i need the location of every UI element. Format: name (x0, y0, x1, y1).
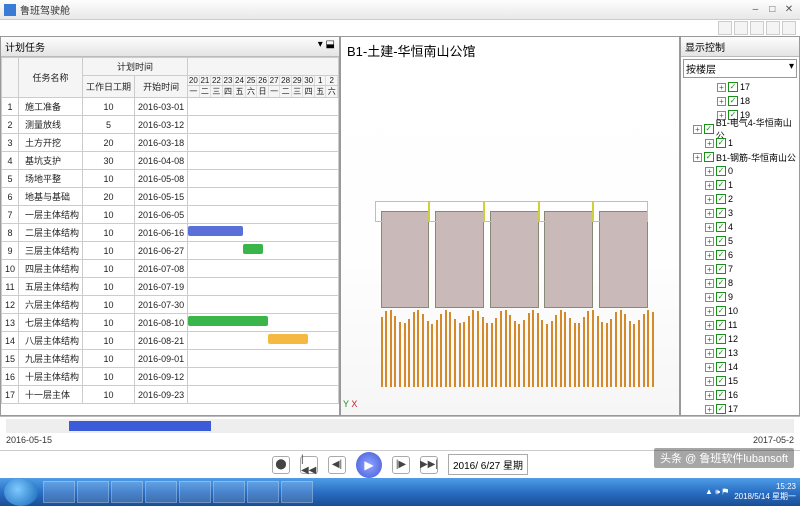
tree-node[interactable]: +✓13 (683, 346, 799, 360)
visibility-title: 显示控制 (685, 39, 725, 54)
time-scrubber[interactable] (6, 419, 794, 433)
close-button[interactable]: ✕ (782, 4, 796, 16)
window-title: 鲁班驾驶舱 (20, 2, 748, 17)
table-row[interactable]: 5场地平整102016-05-08 (2, 170, 339, 188)
tree-node[interactable]: +✓11 (683, 318, 799, 332)
table-row[interactable]: 9三层主体结构102016-06-27 (2, 242, 339, 260)
system-tray[interactable]: ▲ 🕪 ⚑15:232018/5/14 星期一 (705, 482, 800, 502)
table-row[interactable]: 2测量放线52016-03-12 (2, 116, 339, 134)
table-row[interactable]: 13七层主体结构102016-08-10 (2, 314, 339, 332)
col-start[interactable]: 开始时间 (135, 76, 188, 98)
collapse-icon[interactable]: ▾ ⬓ (318, 39, 335, 54)
tree-node[interactable]: +✓16 (683, 388, 799, 402)
tree-node[interactable]: +✓1 (683, 178, 799, 192)
viewport-panel: B1-土建-华恒南山公馆 Y X (340, 36, 680, 416)
tasks-table[interactable]: 任务名称计划时间 工作日工期开始时间2021222324252627282930… (1, 57, 339, 415)
titlebar: 鲁班驾驶舱 – □ ✕ (0, 0, 800, 20)
tool-icon[interactable] (766, 21, 780, 35)
chevron-down-icon: ▾ (789, 61, 794, 76)
table-row[interactable]: 10四层主体结构102016-07-08 (2, 260, 339, 278)
table-row[interactable]: 4基坑支护302016-04-08 (2, 152, 339, 170)
table-row[interactable]: 14八层主体结构102016-08-21 (2, 332, 339, 350)
app-icon (4, 4, 16, 16)
table-row[interactable]: 3土方开挖202016-03-18 (2, 134, 339, 152)
tool-icon[interactable] (734, 21, 748, 35)
3d-viewport[interactable]: Y X (341, 64, 679, 415)
table-row[interactable]: 15九层主体结构102016-09-01 (2, 350, 339, 368)
col-name[interactable]: 任务名称 (19, 58, 83, 98)
tree-node[interactable]: +✓5 (683, 234, 799, 248)
tasks-title: 计划任务 (5, 39, 45, 54)
tree-node[interactable]: +✓8 (683, 276, 799, 290)
record-button[interactable]: ⬤ (272, 456, 290, 474)
minimize-button[interactable]: – (748, 4, 762, 16)
table-row[interactable]: 1施工准备102016-03-01 (2, 98, 339, 116)
visibility-panel: 显示控制 按楼层▾ +✓17+✓18+✓19+✓B1-电气4-华恒南山公+✓1+… (680, 36, 800, 416)
tree-node[interactable]: +✓9 (683, 290, 799, 304)
watermark: 头条 @ 鲁班软件lubansoft (654, 448, 794, 468)
tree-node[interactable]: +✓12 (683, 332, 799, 346)
tool-icon[interactable] (782, 21, 796, 35)
table-row[interactable]: 6地基与基础202016-05-15 (2, 188, 339, 206)
timeline-start: 2016-05-15 (6, 435, 52, 445)
axis-gizmo: Y X (343, 399, 357, 409)
tree-node[interactable]: +✓0 (683, 164, 799, 178)
table-row[interactable]: 7一层主体结构102016-06-05 (2, 206, 339, 224)
timeline-end: 2017-05-2 (753, 435, 794, 445)
tree-node[interactable]: +✓10 (683, 304, 799, 318)
tree-node[interactable]: +✓7 (683, 262, 799, 276)
table-row[interactable]: 17十一层主体102016-09-23 (2, 386, 339, 404)
tree-node[interactable]: +✓17 (683, 402, 799, 415)
prev-button[interactable]: |◀◀ (300, 456, 318, 474)
step-back-button[interactable]: ◀| (328, 456, 346, 474)
tree-node[interactable]: +✓14 (683, 360, 799, 374)
taskbar[interactable]: ▲ 🕪 ⚑15:232018/5/14 星期一 (0, 478, 800, 506)
table-row[interactable]: 16十层主体结构102016-09-12 (2, 368, 339, 386)
toolbar (0, 20, 800, 36)
tree-node[interactable]: +✓B1-钢筋-华恒南山公 (683, 150, 799, 164)
table-row[interactable]: 11五层主体结构102016-07-19 (2, 278, 339, 296)
table-row[interactable]: 12六层主体结构102016-07-30 (2, 296, 339, 314)
tool-icon[interactable] (718, 21, 732, 35)
table-row[interactable]: 8二层主体结构102016-06-16 (2, 224, 339, 242)
tree-node[interactable]: +✓4 (683, 220, 799, 234)
floor-tree[interactable]: +✓17+✓18+✓19+✓B1-电气4-华恒南山公+✓1+✓B1-钢筋-华恒南… (681, 80, 799, 415)
tree-node[interactable]: +✓17 (683, 80, 799, 94)
tree-node[interactable]: +✓6 (683, 248, 799, 262)
tasks-panel: 计划任务 ▾ ⬓ 任务名称计划时间 工作日工期开始时间20212223242526… (0, 36, 340, 416)
tree-node[interactable]: +✓15 (683, 374, 799, 388)
model-title: B1-土建-华恒南山公馆 (341, 37, 679, 64)
tree-node[interactable]: +✓3 (683, 206, 799, 220)
timeline: 2016-05-15 2017-05-2 (0, 416, 800, 450)
play-button[interactable]: ▶ (356, 452, 382, 478)
tool-icon[interactable] (750, 21, 764, 35)
current-date[interactable]: 2016/ 6/27 星期 (448, 454, 528, 475)
floor-combo[interactable]: 按楼层▾ (683, 59, 797, 78)
start-button[interactable] (4, 478, 38, 506)
col-days[interactable]: 工作日工期 (83, 76, 135, 98)
maximize-button[interactable]: □ (765, 4, 779, 16)
col-group: 计划时间 (83, 58, 188, 76)
tree-node[interactable]: +✓B1-电气4-华恒南山公 (683, 122, 799, 136)
step-fwd-button[interactable]: |▶ (392, 456, 410, 474)
tree-node[interactable]: +✓2 (683, 192, 799, 206)
tree-node[interactable]: +✓18 (683, 94, 799, 108)
next-button[interactable]: ▶▶| (420, 456, 438, 474)
